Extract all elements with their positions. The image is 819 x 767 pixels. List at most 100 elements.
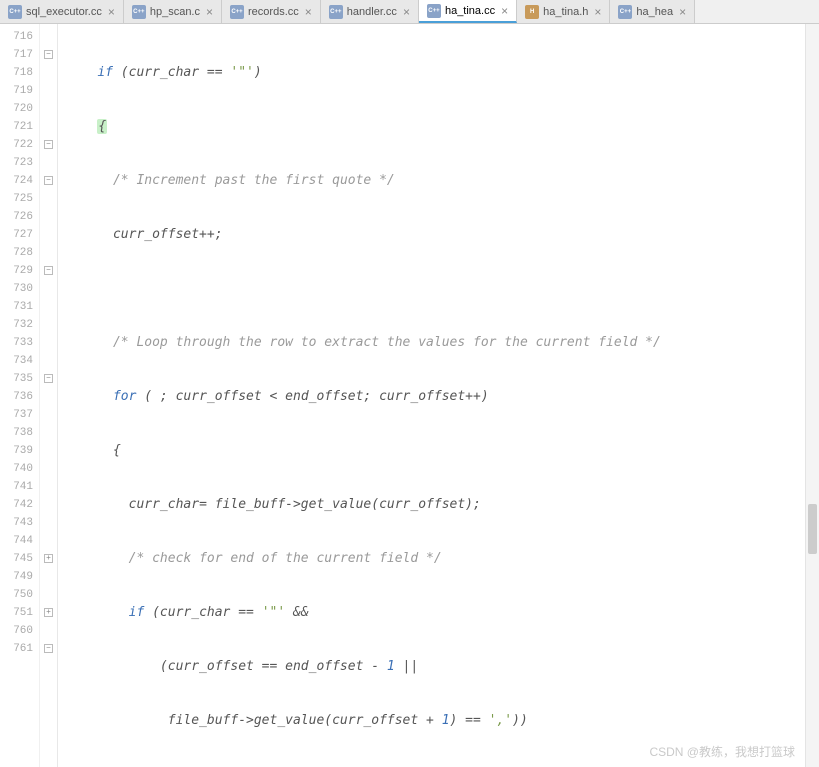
line-number: 723 [0,154,33,172]
tab-label: sql_executor.cc [26,6,102,18]
close-icon[interactable]: × [501,4,508,18]
line-number: 731 [0,298,33,316]
vertical-scrollbar[interactable] [805,24,819,767]
blank-line [66,280,805,298]
tab-bar: C++ sql_executor.cc × C++ hp_scan.c × C++ recor… [0,0,819,24]
tab-label: hp_scan.c [150,6,200,18]
line-number: 742 [0,496,33,514]
close-icon[interactable]: × [206,5,213,19]
code-text: && [285,605,308,620]
line-number: 717 [0,46,33,64]
line-number: 732 [0,316,33,334]
tab-label: records.cc [248,6,299,18]
file-type-icon: C++ [427,4,441,18]
line-number: 729 [0,262,33,280]
comment: /* Loop through the row to extract the v… [113,335,661,350]
line-number: 733 [0,334,33,352]
code-text: ) [254,65,262,80]
tab-sql-executor-cc[interactable]: C++sql_executor.cc× [0,0,124,23]
line-number: 740 [0,460,33,478]
code-text: curr_offset++; [113,227,223,242]
number-literal: 1 [442,713,450,728]
line-number: 725 [0,190,33,208]
tab-records-cc[interactable]: C++ records.cc × [222,0,321,23]
close-icon[interactable]: × [679,5,686,19]
line-number: 721 [0,118,33,136]
tab-label: ha_tina.cc [445,5,495,17]
number-literal: 1 [387,659,395,674]
line-number: 718 [0,64,33,82]
code-text: (curr_char == [144,605,261,620]
line-number: 719 [0,82,33,100]
code-text: curr_char= file_buff->get_value(curr_off… [129,497,481,512]
close-icon[interactable]: × [403,5,410,19]
watermark-text: CSDN @教练，我想打篮球 [649,743,795,761]
line-number: 737 [0,406,33,424]
ide-root: C++ sql_executor.cc × C++ hp_scan.c × C++ recor… [0,0,819,767]
file-type-icon: H [525,5,539,19]
keyword-if: if [97,65,113,80]
line-number: 730 [0,280,33,298]
highlighted-brace-open: { [97,119,107,134]
scroll-thumb[interactable] [808,504,817,554]
string-literal: '"' [262,605,285,620]
line-number: 720 [0,100,33,118]
line-number: 743 [0,514,33,532]
fold-collapse-icon[interactable]: − [44,266,53,275]
line-number: 726 [0,208,33,226]
tab-ha-tina-cc[interactable]: C++ ha_tina.cc × [419,0,517,23]
code-text: ( ; curr_offset < end_offset; curr_offse… [136,389,488,404]
tab-label: ha_tina.h [543,6,588,18]
brace-open: { [113,443,121,458]
line-number: 744 [0,532,33,550]
line-number: 736 [0,388,33,406]
tab-label: handler.cc [347,6,397,18]
tab-ha-hea[interactable]: C++ha_hea× [610,0,695,23]
code-text: (curr_char == [113,65,230,80]
tab-handler-cc[interactable]: C++handler.cc× [321,0,419,23]
fold-collapse-icon[interactable]: − [44,644,53,653]
code-text: file_buff->get_value(curr_offset + [160,713,442,728]
string-literal: '"' [230,65,253,80]
comment: /* check for end of the current field */ [129,551,442,566]
line-number: 738 [0,424,33,442]
editor-area: 7167177187197207217227237247257267277287… [0,24,819,767]
line-number: 750 [0,586,33,604]
line-number: 716 [0,28,33,46]
fold-collapse-icon[interactable]: − [44,374,53,383]
fold-collapse-icon[interactable]: − [44,140,53,149]
code-text: ) == [450,713,489,728]
code-view[interactable]: if (curr_char == '"') { /* Increment pas… [58,24,805,767]
close-icon[interactable]: × [594,5,601,19]
tab-hp-scan-c[interactable]: C++ hp_scan.c × [124,0,222,23]
line-number: 741 [0,478,33,496]
file-type-icon: C++ [230,5,244,19]
line-number: 745 [0,550,33,568]
keyword-for: for [113,389,136,404]
close-icon[interactable]: × [108,5,115,19]
code-text: (curr_offset == end_offset - [160,659,387,674]
line-number: 761 [0,640,33,658]
line-number: 724 [0,172,33,190]
line-number: 739 [0,442,33,460]
fold-collapse-icon[interactable]: − [44,176,53,185]
line-number: 760 [0,622,33,640]
fold-collapse-icon[interactable]: − [44,50,53,59]
close-icon[interactable]: × [305,5,312,19]
string-literal: ',' [489,713,512,728]
file-type-icon: C++ [132,5,146,19]
fold-expand-icon[interactable]: + [44,608,53,617]
file-type-icon: C++ [618,5,632,19]
line-number: 722 [0,136,33,154]
line-number: 728 [0,244,33,262]
fold-expand-icon[interactable]: + [44,554,53,563]
line-number: 735 [0,370,33,388]
fold-column: − − − − − + + − [40,24,58,767]
code-text: || [395,659,418,674]
code-text: )) [512,713,528,728]
line-number: 734 [0,352,33,370]
comment: /* Increment past the first quote */ [113,173,395,188]
line-number: 749 [0,568,33,586]
tab-ha-tina-h[interactable]: Hha_tina.h × [517,0,610,23]
keyword-if: if [129,605,145,620]
